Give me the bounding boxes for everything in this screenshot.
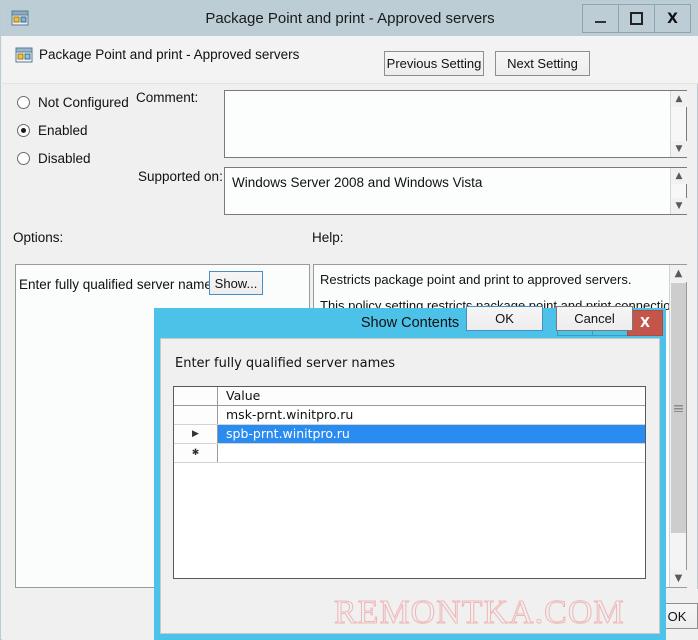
radio-dot-not-configured (17, 96, 30, 109)
radio-label-not-configured: Not Configured (38, 95, 129, 110)
scroll-down-icon[interactable]: ▼ (671, 141, 687, 157)
row-value[interactable]: msk-prnt.winitpro.ru (218, 406, 645, 424)
table-row[interactable]: ▶ spb-prnt.winitpro.ru (174, 425, 645, 444)
table-row[interactable]: ✱ (174, 444, 645, 463)
radio-dot-enabled (17, 124, 30, 137)
minimize-button[interactable] (582, 4, 619, 33)
option-item-label: Enter fully qualified server names (19, 277, 219, 292)
show-contents-dialog: Show Contents X Enter fully qualified se… (154, 308, 666, 640)
help-scrollbar[interactable]: ▲ ▼ (669, 265, 687, 587)
row-value[interactable] (218, 444, 645, 462)
window-titlebar[interactable]: Package Point and print - Approved serve… (1, 1, 698, 36)
help-label: Help: (312, 230, 344, 245)
scroll-up-icon[interactable]: ▲ (671, 168, 687, 184)
show-button[interactable]: Show... (209, 271, 263, 295)
comment-field[interactable]: ▲ ▼ (224, 90, 687, 158)
dialog-list-label: Enter fully qualified server names (175, 356, 396, 371)
help-text-line-1: Restricts package point and print to app… (320, 272, 632, 287)
radio-dot-disabled (17, 152, 30, 165)
window-controls: X (582, 4, 691, 33)
next-setting-button[interactable]: Next Setting (495, 51, 590, 76)
comment-scrollbar[interactable]: ▲ ▼ (670, 91, 687, 157)
grip-icon (674, 404, 683, 412)
row-marker[interactable] (174, 406, 218, 424)
previous-setting-button[interactable]: Previous Setting (384, 51, 484, 76)
setting-name: Package Point and print - Approved serve… (39, 47, 300, 62)
scroll-up-icon[interactable]: ▲ (671, 91, 687, 107)
table-row[interactable]: msk-prnt.winitpro.ru (174, 406, 645, 425)
radio-enabled[interactable]: Enabled (17, 123, 88, 138)
dialog-ok-button[interactable]: OK (466, 306, 543, 331)
dialog-body: Enter fully qualified server names Value… (160, 338, 660, 634)
row-marker[interactable]: ✱ (174, 444, 218, 462)
supported-on-scrollbar[interactable]: ▲ ▼ (670, 168, 687, 214)
supported-on-label: Supported on: (138, 169, 223, 184)
radio-label-disabled: Disabled (38, 151, 91, 166)
scroll-up-icon[interactable]: ▲ (670, 265, 687, 282)
values-grid[interactable]: Value msk-prnt.winitpro.ru ▶ spb-prnt.wi… (173, 386, 646, 579)
grid-header-value: Value (226, 388, 261, 403)
row-marker[interactable]: ▶ (174, 425, 218, 443)
setting-icon (15, 46, 33, 64)
comment-label: Comment: (136, 90, 199, 105)
radio-disabled[interactable]: Disabled (17, 151, 91, 166)
maximize-button[interactable] (618, 4, 655, 33)
radio-label-enabled: Enabled (38, 123, 88, 138)
grid-header-selector (174, 387, 218, 405)
supported-on-field: Windows Server 2008 and Windows Vista ▲ … (224, 167, 687, 215)
supported-on-value: Windows Server 2008 and Windows Vista (232, 175, 483, 190)
scroll-down-icon[interactable]: ▼ (670, 570, 687, 587)
dialog-cancel-button[interactable]: Cancel (556, 306, 633, 331)
grid-header-row: Value (174, 387, 645, 406)
scroll-down-icon[interactable]: ▼ (671, 198, 687, 214)
screen: Package Point and print - Approved serve… (0, 0, 698, 640)
scrollbar-thumb[interactable] (671, 283, 686, 533)
close-button[interactable]: X (654, 4, 691, 33)
radio-not-configured[interactable]: Not Configured (17, 95, 129, 110)
row-value[interactable]: spb-prnt.winitpro.ru (218, 425, 645, 443)
options-label: Options: (13, 230, 64, 245)
